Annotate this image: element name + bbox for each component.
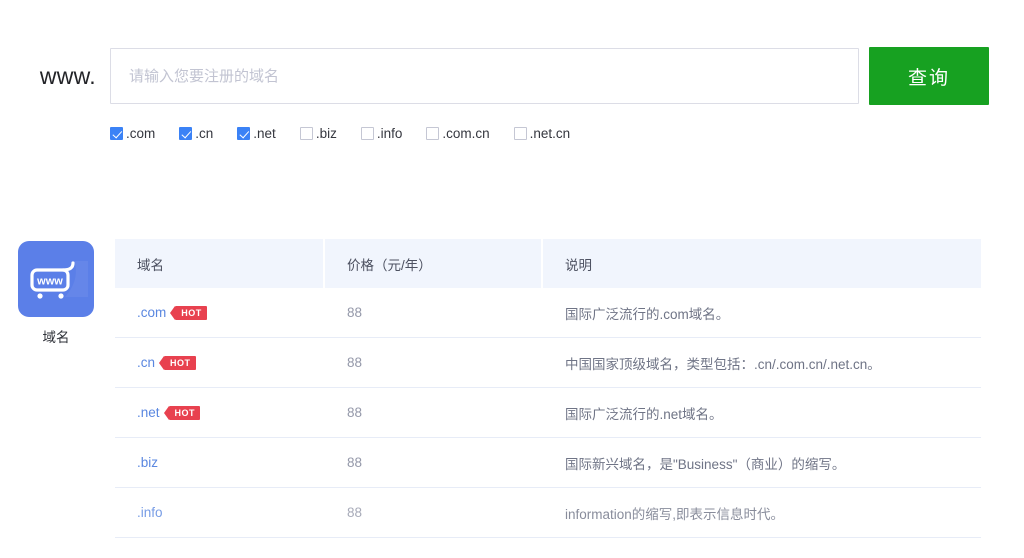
domain-name-link[interactable]: .net [137,405,160,420]
cell-description: 国际新兴域名，是"Business"（商业）的缩写。 [565,456,846,472]
suffix-label: .cn [195,126,214,141]
www-prefix-label: www. [39,62,96,89]
cell-price: 88 [347,405,363,420]
cell-description: information的缩写,即表示信息时代。 [565,506,785,522]
domain-registration-page: www. 查询 .com.cn.net.biz.info.com.cn.net.… [0,0,1024,558]
table-row: .cn HOT 88 中国国家顶级域名，类型包括：.cn/.com.cn/.net.c… [115,338,981,388]
hot-badge: HOT [170,305,207,320]
checkbox-box[interactable] [360,127,374,140]
suffix-checkbox-cn[interactable]: .cn [179,126,213,141]
suffix-checkbox-com[interactable]: .com [110,126,155,141]
suffix-checkbox-net[interactable]: .net [237,126,276,141]
www-cart-icon: www [18,241,94,317]
suffix-checkbox-group: .com .cn .net .biz .info .com.cn .net.cn [110,126,570,141]
category-label: 域名 [42,330,70,345]
checkbox-box[interactable] [513,127,527,140]
table-header-row: 域名 价格（元/年） 说明 [115,239,981,288]
cell-domain-name[interactable]: .cn HOT [115,338,325,387]
cell-description: 国际广泛流行的.com域名。 [565,306,730,322]
hot-badge: HOT [159,355,196,370]
cell-domain-name[interactable]: .net HOT [115,388,325,437]
hot-badge: HOT [163,405,201,420]
column-header-domain: 域名 [115,239,325,288]
cell-description: 国际广泛流行的.net域名。 [565,406,723,422]
suffix-checkbox-comcn[interactable]: .com.cn [426,126,490,141]
table-row: .biz 88 国际新兴域名，是"Business"（商业）的缩写。 [115,438,981,488]
suffix-label: .info [376,126,403,141]
category-domain[interactable]: www 域名 [18,241,94,346]
cell-domain-name[interactable]: .biz [115,438,325,487]
cell-price: 88 [347,355,363,370]
cell-price: 88 [347,505,363,520]
domain-search-input[interactable] [110,48,859,104]
suffix-label: .net [253,126,276,141]
cell-price: 88 [347,455,363,470]
table-body: .com HOT 88 国际广泛流行的.com域名。 .cn HOT 88 中国国家顶级域名，… [115,288,981,538]
checkbox-box[interactable] [237,127,251,140]
suffix-checkbox-biz[interactable]: .biz [299,126,337,141]
table-row: .info 88 information的缩写,即表示信息时代。 [115,488,981,538]
cell-domain-name[interactable]: .com HOT [115,288,325,337]
checkbox-box[interactable] [110,127,123,140]
checkbox-box[interactable] [426,127,440,140]
checkbox-box[interactable] [179,127,193,140]
cell-description: 中国国家顶级域名，类型包括：.cn/.com.cn/.net.cn。 [565,356,881,372]
search-submit-button[interactable]: 查询 [869,47,989,105]
cell-price: 88 [347,305,363,320]
suffix-checkbox-info[interactable]: .info [360,126,403,141]
svg-text:www: www [36,276,63,288]
column-header-price: 价格（元/年） [325,239,543,288]
suffix-label: .biz [315,126,337,141]
table-row: .com HOT 88 国际广泛流行的.com域名。 [115,288,981,338]
domain-name-link[interactable]: .biz [137,455,158,470]
domain-search-bar: www. 查询 [0,47,1024,105]
suffix-checkbox-netcn[interactable]: .net.cn [513,126,571,141]
column-header-description: 说明 [565,257,592,273]
domain-name-link[interactable]: .info [137,505,163,520]
table-row: .net HOT 88 国际广泛流行的.net域名。 [115,388,981,438]
checkbox-box[interactable] [299,127,313,140]
suffix-label: .com [126,126,156,141]
domain-name-link[interactable]: .com [137,305,166,320]
suffix-label: .net.cn [529,126,571,141]
suffix-label: .com.cn [442,126,490,141]
domain-name-link[interactable]: .cn [137,355,155,370]
domain-price-table: 域名 价格（元/年） 说明 .com HOT 88 国际广泛流行的.com域名。 .cn… [115,239,981,538]
cell-domain-name[interactable]: .info [115,488,325,537]
